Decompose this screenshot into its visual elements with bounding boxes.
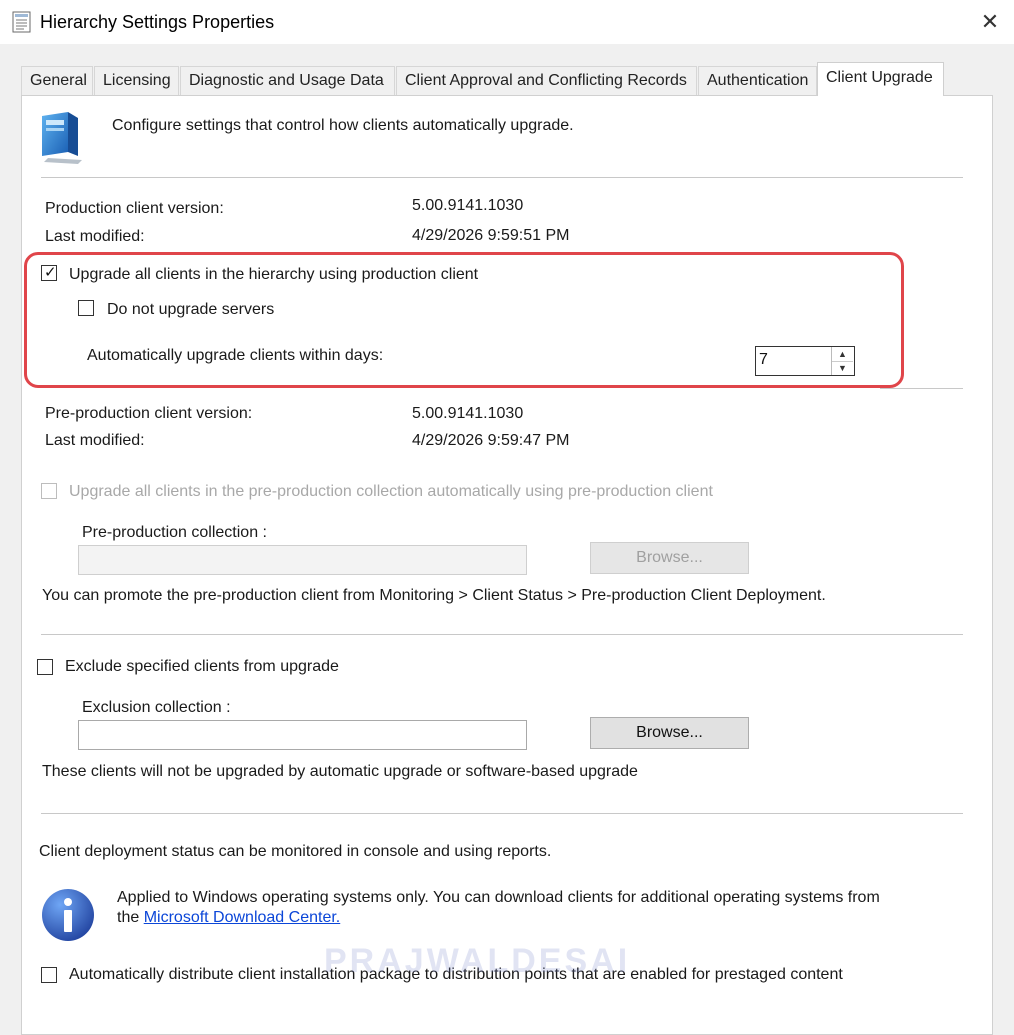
microsoft-download-center-link[interactable]: Microsoft Download Center.: [144, 909, 341, 926]
header-description: Configure settings that control how clie…: [112, 117, 574, 134]
do-not-upgrade-servers-checkbox[interactable]: [78, 300, 94, 316]
watermark: PRAJWALDESAI: [324, 942, 631, 980]
spin-down-icon[interactable]: ▼: [832, 361, 853, 375]
exclusion-collection-field[interactable]: [78, 720, 527, 750]
preproduction-collection-label: Pre-production collection :: [82, 524, 267, 541]
separator-production: [880, 388, 963, 389]
production-version-label: Production client version:: [45, 200, 224, 217]
title-bar: Hierarchy Settings Properties ✕: [0, 0, 1014, 44]
upgrade-all-label[interactable]: Upgrade all clients in the hierarchy usi…: [69, 266, 478, 284]
preproduction-version-value: 5.00.9141.1030: [412, 405, 524, 422]
tab-licensing[interactable]: Licensing: [94, 66, 179, 96]
preproduction-browse-button[interactable]: Browse...: [590, 542, 749, 574]
info-text-line2: the Microsoft Download Center.: [117, 909, 340, 927]
preproduction-upgrade-label: Upgrade all clients in the pre-productio…: [69, 483, 713, 500]
spin-up-icon[interactable]: ▲: [832, 347, 853, 362]
preproduction-collection-field[interactable]: [78, 545, 527, 575]
info-text-prefix: the: [117, 909, 140, 926]
info-icon: [42, 889, 94, 941]
separator-header: [41, 177, 963, 178]
window-title: Hierarchy Settings Properties: [40, 12, 275, 32]
spinner-arrows: ▲ ▼: [831, 347, 854, 375]
deployment-status-note: Client deployment status can be monitore…: [39, 843, 552, 860]
tab-client-approval[interactable]: Client Approval and Conflicting Records: [396, 66, 697, 96]
tab-authentication[interactable]: Authentication: [698, 66, 817, 96]
exclude-clients-checkbox[interactable]: [37, 659, 53, 675]
preproduction-version-label: Pre-production client version:: [45, 405, 253, 422]
exclusion-browse-button[interactable]: Browse...: [590, 717, 749, 749]
preproduction-promote-note: You can promote the pre-production clien…: [42, 587, 826, 604]
upgrade-all-checkbox[interactable]: ✓: [41, 264, 57, 281]
production-modified-value: 4/29/2026 9:59:51 PM: [412, 227, 570, 244]
upgrade-days-value[interactable]: 7: [759, 351, 768, 369]
do-not-upgrade-servers-label[interactable]: Do not upgrade servers: [107, 301, 274, 319]
preproduction-modified-label: Last modified:: [45, 432, 145, 449]
properties-app-icon: [12, 11, 31, 33]
production-modified-label: Last modified:: [45, 228, 145, 245]
distribute-package-checkbox[interactable]: [41, 967, 57, 983]
upgrade-days-spinner[interactable]: 7 ▲ ▼: [755, 346, 855, 376]
close-icon[interactable]: ✕: [976, 8, 1004, 36]
exclusion-note: These clients will not be upgraded by au…: [42, 763, 638, 780]
info-text-line1: Applied to Windows operating systems onl…: [117, 889, 880, 906]
upgrade-days-label: Automatically upgrade clients within day…: [87, 347, 384, 364]
tab-diagnostic-usage-data[interactable]: Diagnostic and Usage Data: [180, 66, 395, 96]
separator-preproduction: [41, 634, 963, 635]
separator-exclusion: [41, 813, 963, 814]
production-version-value: 5.00.9141.1030: [412, 197, 524, 214]
exclude-clients-label[interactable]: Exclude specified clients from upgrade: [65, 658, 339, 676]
client-computer-icon: [42, 112, 82, 164]
preproduction-modified-value: 4/29/2026 9:59:47 PM: [412, 432, 570, 449]
exclusion-collection-label: Exclusion collection :: [82, 699, 231, 716]
tab-client-upgrade[interactable]: Client Upgrade: [817, 62, 944, 96]
checkmark-icon: ✓: [44, 264, 57, 281]
tab-general[interactable]: General: [21, 66, 93, 96]
preproduction-upgrade-checkbox[interactable]: [41, 483, 57, 499]
